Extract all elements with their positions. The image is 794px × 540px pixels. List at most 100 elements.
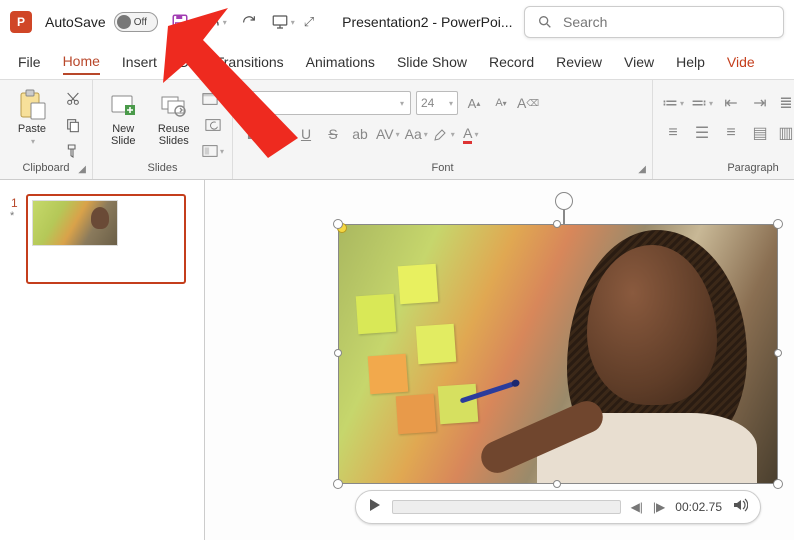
qa-overflow[interactable]: ⤢: [304, 14, 314, 30]
tab-help[interactable]: Help: [676, 50, 705, 74]
video-preview: [339, 225, 777, 483]
cut-button[interactable]: [62, 89, 84, 109]
video-player-bar: ◀| |▶ 00:02.75: [355, 490, 761, 524]
autosave-state: Off: [134, 17, 147, 28]
align-right-button[interactable]: ≡: [719, 123, 743, 143]
font-color-button[interactable]: A: [460, 123, 482, 145]
paste-button[interactable]: Paste ▾: [8, 85, 56, 162]
align-left-button[interactable]: ≡: [661, 123, 685, 143]
layout-icon: [202, 92, 218, 106]
reset-button[interactable]: [202, 115, 224, 135]
slide-animation-marker: *: [10, 210, 14, 222]
present-button[interactable]: ▾: [270, 9, 296, 35]
document-title: Presentation2 - PowerPoi...: [342, 14, 512, 30]
rotate-handle[interactable]: [555, 192, 573, 210]
play-icon: [368, 498, 382, 512]
slide-canvas[interactable]: ◀| |▶ 00:02.75: [205, 180, 794, 540]
search-box[interactable]: Search: [524, 6, 784, 38]
tab-insert[interactable]: Insert: [122, 50, 157, 74]
timecode: 00:02.75: [675, 500, 722, 514]
thumbnail-frame: [26, 194, 186, 284]
tab-transitions[interactable]: Transitions: [216, 50, 284, 74]
video-object[interactable]: [338, 224, 778, 484]
strikethrough-button[interactable]: S: [322, 123, 344, 145]
section-button[interactable]: ▾: [202, 141, 224, 161]
underline-button[interactable]: U: [295, 123, 317, 145]
tab-slideshow[interactable]: Slide Show: [397, 50, 467, 74]
progress-bar[interactable]: [392, 500, 621, 514]
increase-indent-button[interactable]: ⇥: [748, 93, 772, 113]
font-size-value: 24: [421, 96, 434, 110]
bullets-button[interactable]: ≔▾: [661, 93, 685, 113]
undo-button[interactable]: ▾: [202, 9, 228, 35]
paintbrush-icon: [65, 143, 81, 159]
slide-number: 1: [11, 196, 18, 210]
play-button[interactable]: [368, 498, 382, 517]
font-size-dropdown[interactable]: 24▾: [416, 91, 458, 115]
volume-button[interactable]: [732, 497, 748, 518]
reuse-slides-button[interactable]: Reuse Slides: [152, 85, 197, 162]
paragraph-group-label: Paragraph: [661, 162, 794, 177]
skip-back-button[interactable]: ◀|: [631, 500, 643, 514]
resize-handle-t[interactable]: [553, 220, 561, 228]
font-launcher[interactable]: ◢: [638, 164, 646, 175]
resize-handle-tr[interactable]: [773, 219, 783, 229]
copy-button[interactable]: [62, 115, 84, 135]
columns-button[interactable]: ▥▾: [777, 123, 794, 143]
tab-animations[interactable]: Animations: [306, 50, 375, 74]
decrease-indent-button[interactable]: ⇤: [719, 93, 743, 113]
app-icon: P: [10, 11, 32, 33]
align-center-button[interactable]: ☰: [690, 123, 714, 143]
tab-home[interactable]: Home: [63, 49, 100, 75]
change-case-button[interactable]: Aa: [405, 123, 428, 145]
clear-formatting-button[interactable]: A⌫: [517, 92, 539, 114]
bold-button[interactable]: B: [241, 123, 263, 145]
toggle-knob: [117, 15, 131, 29]
tab-file[interactable]: File: [18, 50, 41, 74]
save-button[interactable]: [166, 8, 194, 36]
new-slide-button[interactable]: New Slide: [101, 85, 146, 162]
char-spacing-button[interactable]: AV: [376, 123, 400, 145]
resize-handle-tl[interactable]: [333, 219, 343, 229]
slide-thumbnail-1[interactable]: 1 *: [12, 194, 192, 284]
clipboard-launcher[interactable]: ◢: [78, 164, 86, 175]
ribbon-tabs: File Home Insert Dr Transitions Animatio…: [0, 44, 794, 80]
line-spacing-button[interactable]: ≣▾: [777, 93, 794, 113]
layout-button[interactable]: ▾: [202, 89, 224, 109]
tab-video-format[interactable]: Vide: [727, 50, 755, 74]
rotate-stem: [563, 210, 565, 224]
resize-handle-l[interactable]: [334, 349, 342, 357]
reuse-slides-label: Reuse Slides: [158, 123, 190, 147]
highlight-button[interactable]: [433, 123, 455, 145]
reset-icon: [205, 118, 221, 132]
decrease-font-button[interactable]: A▾: [490, 92, 512, 114]
numbering-button[interactable]: ≕▾: [690, 93, 714, 113]
font-name-dropdown[interactable]: ▾: [241, 91, 411, 115]
search-icon: [537, 14, 553, 30]
resize-handle-bl[interactable]: [333, 479, 343, 489]
redo-button[interactable]: [236, 9, 262, 35]
clipboard-group-label: Clipboard: [8, 162, 84, 177]
resize-handle-r[interactable]: [774, 349, 782, 357]
justify-button[interactable]: ▤: [748, 123, 772, 143]
thumbnail-preview: [32, 200, 118, 246]
increase-font-button[interactable]: A▴: [463, 92, 485, 114]
autosave-toggle[interactable]: Off: [114, 12, 158, 32]
highlight-icon: [433, 126, 449, 142]
tab-record[interactable]: Record: [489, 50, 534, 74]
save-icon: [171, 13, 189, 31]
tab-view[interactable]: View: [624, 50, 654, 74]
slides-group-label: Slides: [101, 162, 224, 177]
tab-draw[interactable]: Dr: [179, 50, 194, 74]
skip-forward-button[interactable]: |▶: [653, 500, 665, 514]
resize-handle-b[interactable]: [553, 480, 561, 488]
autosave-label: AutoSave: [45, 14, 106, 30]
thumbnail-panel: 1 *: [0, 180, 205, 540]
resize-handle-br[interactable]: [773, 479, 783, 489]
shadow-button[interactable]: ab: [349, 123, 371, 145]
font-group-label: Font: [241, 162, 644, 177]
chevron-down-icon: ▾: [31, 137, 35, 146]
format-painter-button[interactable]: [62, 141, 84, 161]
italic-button[interactable]: I: [268, 123, 290, 145]
tab-review[interactable]: Review: [556, 50, 602, 74]
